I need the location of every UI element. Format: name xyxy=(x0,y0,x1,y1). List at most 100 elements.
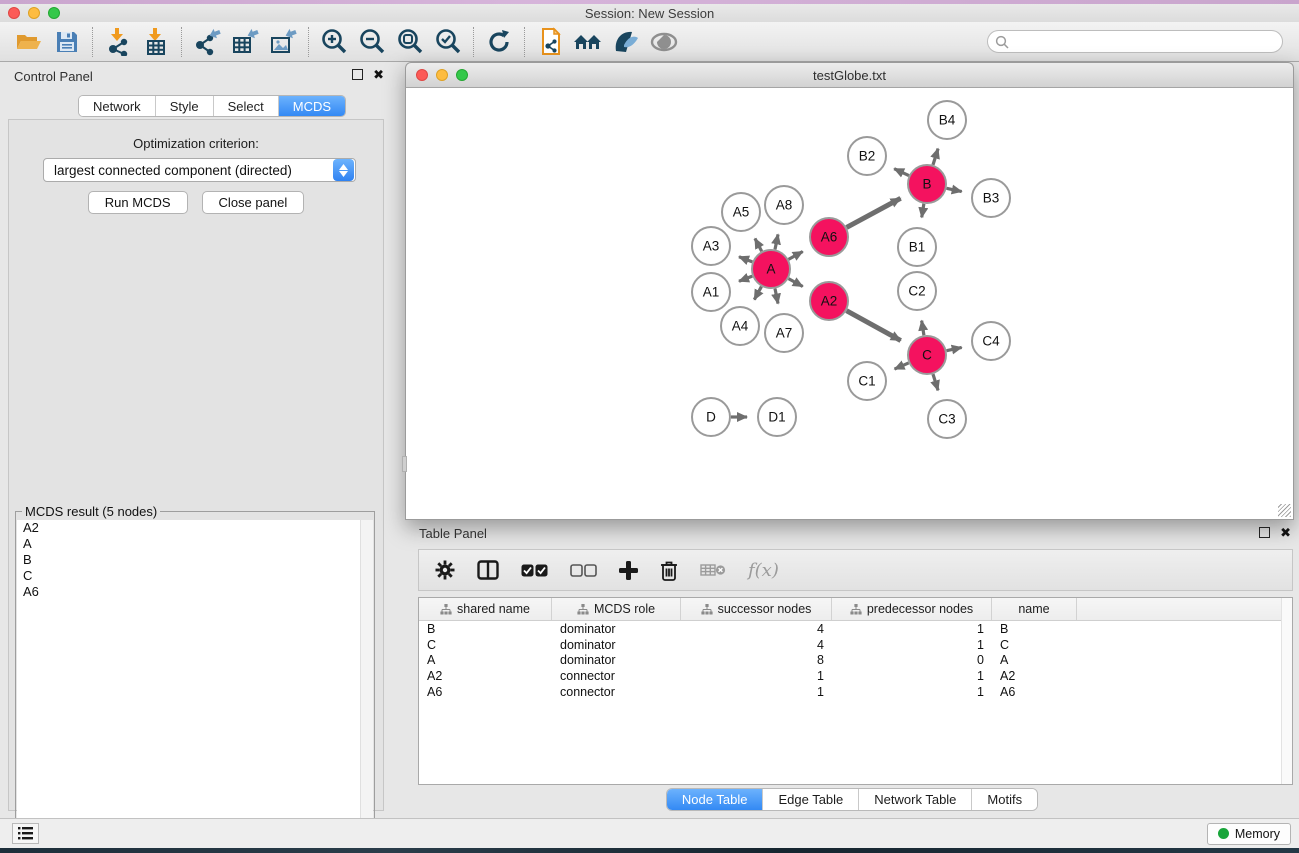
list-item[interactable]: A xyxy=(17,536,373,552)
table-cell[interactable]: A xyxy=(992,653,1077,667)
table-cell[interactable]: A6 xyxy=(992,685,1077,699)
style-paint-button[interactable] xyxy=(607,25,645,59)
export-image-button[interactable] xyxy=(264,25,302,59)
table-cell[interactable]: 0 xyxy=(832,653,992,667)
table-cell[interactable]: 1 xyxy=(832,685,992,699)
import-table-button[interactable] xyxy=(137,25,175,59)
graph-edge-A-A8[interactable] xyxy=(775,234,778,249)
network-from-selection-button[interactable] xyxy=(531,25,569,59)
graph-edge-C-C1[interactable] xyxy=(895,363,909,369)
zoom-in-button[interactable] xyxy=(315,25,353,59)
graph-edge-A-A1[interactable] xyxy=(739,276,752,281)
table-cell[interactable]: 8 xyxy=(681,653,832,667)
tab-network-table[interactable]: Network Table xyxy=(859,789,972,810)
graph-edge-C-C2[interactable] xyxy=(922,321,924,336)
table-cell[interactable]: 1 xyxy=(832,669,992,683)
float-table-panel-icon[interactable] xyxy=(1259,527,1270,538)
search-field[interactable] xyxy=(987,30,1283,53)
graph-edge-B-B4[interactable] xyxy=(933,149,938,165)
table-cell[interactable]: connector xyxy=(552,685,681,699)
graph-edge-A6-B[interactable] xyxy=(847,198,901,227)
import-network-button[interactable] xyxy=(99,25,137,59)
table-scrollbar[interactable] xyxy=(1281,598,1292,784)
table-cell[interactable]: A2 xyxy=(992,669,1077,683)
table-cell[interactable]: connector xyxy=(552,669,681,683)
table-cell[interactable]: 1 xyxy=(832,622,992,636)
list-item[interactable]: A2 xyxy=(17,520,373,536)
mcds-result-list[interactable]: A2 A B C A6 xyxy=(17,520,373,853)
table-cell[interactable]: C xyxy=(992,638,1077,652)
task-history-button[interactable] xyxy=(12,823,39,844)
table-cell[interactable]: dominator xyxy=(552,638,681,652)
graph-edge-C-C4[interactable] xyxy=(947,347,962,350)
delete-column-button[interactable] xyxy=(660,560,678,581)
zoom-fit-button[interactable] xyxy=(391,25,429,59)
network-graph[interactable]: B4B2BB3A8A5A6A3B1AA1C2A2A4A7C4CC1C3DD1 xyxy=(406,88,1293,519)
close-panel-icon[interactable]: ✖ xyxy=(373,69,384,80)
graph-edge-B-B2[interactable] xyxy=(894,169,909,176)
tab-mcds[interactable]: MCDS xyxy=(279,96,345,116)
run-mcds-button[interactable]: Run MCDS xyxy=(88,191,188,214)
table-cell[interactable]: 4 xyxy=(681,638,832,652)
graph-edge-C-C3[interactable] xyxy=(933,374,938,390)
list-scrollbar[interactable] xyxy=(360,520,373,853)
table-cell[interactable]: dominator xyxy=(552,622,681,636)
search-input[interactable] xyxy=(1009,33,1282,51)
deselect-all-button[interactable] xyxy=(570,564,597,577)
tab-node-table[interactable]: Node Table xyxy=(667,789,764,810)
table-row[interactable]: Bdominator41B xyxy=(419,621,1292,637)
tab-style[interactable]: Style xyxy=(156,96,214,116)
table-row[interactable]: Cdominator41C xyxy=(419,637,1292,653)
table-cell[interactable]: A6 xyxy=(419,685,552,699)
zoom-out-button[interactable] xyxy=(353,25,391,59)
graph-edge-B-B3[interactable] xyxy=(947,188,962,191)
tab-edge-table[interactable]: Edge Table xyxy=(763,789,859,810)
table-row[interactable]: Adominator80A xyxy=(419,652,1292,668)
close-table-panel-icon[interactable]: ✖ xyxy=(1280,527,1291,538)
eye-button[interactable] xyxy=(645,25,683,59)
table-cell[interactable]: A2 xyxy=(419,669,552,683)
add-column-button[interactable] xyxy=(619,561,638,580)
network-canvas[interactable]: B4B2BB3A8A5A6A3B1AA1C2A2A4A7C4CC1C3DD1 xyxy=(405,88,1294,520)
table-cell[interactable]: 1 xyxy=(681,669,832,683)
export-table-button[interactable] xyxy=(226,25,264,59)
export-network-button[interactable] xyxy=(188,25,226,59)
show-columns-button[interactable] xyxy=(477,560,499,580)
column-header[interactable]: successor nodes xyxy=(681,598,832,620)
column-header[interactable]: name xyxy=(992,598,1077,620)
column-header[interactable]: MCDS role xyxy=(552,598,681,620)
list-item[interactable]: C xyxy=(17,568,373,584)
graph-edge-A-A3[interactable] xyxy=(739,257,752,262)
list-item[interactable]: A6 xyxy=(17,584,373,600)
select-all-button[interactable] xyxy=(521,564,548,577)
column-header[interactable]: predecessor nodes xyxy=(832,598,992,620)
table-cell[interactable]: dominator xyxy=(552,653,681,667)
zoom-selected-button[interactable] xyxy=(429,25,467,59)
close-panel-button[interactable]: Close panel xyxy=(202,191,305,214)
open-session-button[interactable] xyxy=(10,25,48,59)
list-item[interactable]: B xyxy=(17,552,373,568)
tab-network[interactable]: Network xyxy=(79,96,156,116)
memory-button[interactable]: Memory xyxy=(1207,823,1291,845)
table-cell[interactable]: 1 xyxy=(832,638,992,652)
graph-edge-A-A5[interactable] xyxy=(755,239,762,252)
network-window-titlebar[interactable]: testGlobe.txt xyxy=(405,62,1294,88)
table-cell[interactable]: A xyxy=(419,653,552,667)
save-session-button[interactable] xyxy=(48,25,86,59)
graph-edge-A-A2[interactable] xyxy=(789,279,803,287)
float-panel-icon[interactable] xyxy=(352,69,363,80)
table-cell[interactable]: C xyxy=(419,638,552,652)
graph-edge-A-A6[interactable] xyxy=(789,251,803,259)
graph-edge-A-A4[interactable] xyxy=(754,287,761,300)
tab-motifs[interactable]: Motifs xyxy=(972,789,1037,810)
node-table[interactable]: shared nameMCDS rolesuccessor nodesprede… xyxy=(418,597,1293,785)
apply-layout-button[interactable] xyxy=(480,25,518,59)
window-resize-grip[interactable] xyxy=(1278,504,1291,517)
criterion-select[interactable]: largest connected component (directed) xyxy=(43,158,356,182)
table-row[interactable]: A6connector11A6 xyxy=(419,684,1292,700)
table-cell[interactable]: 1 xyxy=(681,685,832,699)
column-header[interactable]: shared name xyxy=(419,598,552,620)
graph-edge-A-A7[interactable] xyxy=(775,289,778,304)
houses-button[interactable] xyxy=(569,25,607,59)
tab-select[interactable]: Select xyxy=(214,96,279,116)
